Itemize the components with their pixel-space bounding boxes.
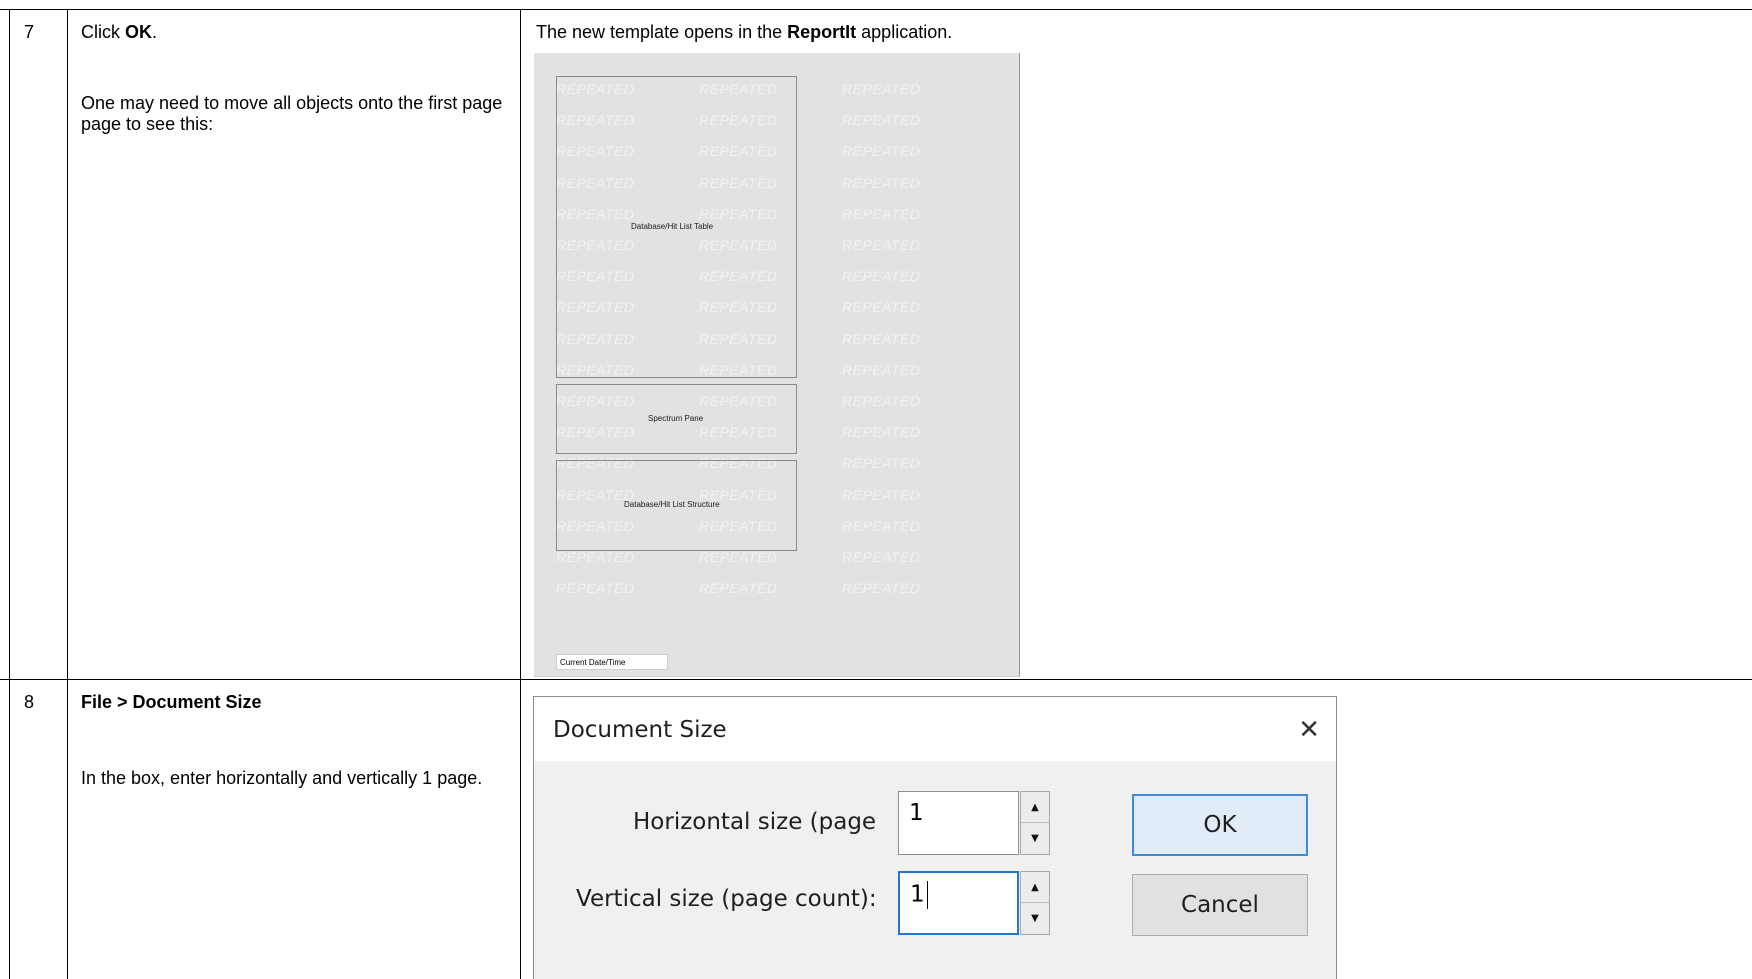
repeated-watermark: REPEATED	[842, 424, 921, 441]
vertical-size-spinner[interactable]: ▲ ▼	[1020, 871, 1050, 935]
step-note: One may need to move all objects onto th…	[81, 93, 503, 134]
dialog-title: Document Size	[553, 717, 727, 743]
cancel-button[interactable]: Cancel	[1132, 874, 1308, 936]
datetime-object: Current Date/Time	[556, 654, 668, 670]
repeated-watermark: REPEATED	[842, 549, 921, 565]
repeated-watermark: REPEATED	[842, 299, 921, 316]
repeated-watermark: REPEATED	[842, 330, 921, 347]
repeated-watermark: REPEATED	[842, 361, 921, 378]
repeated-watermark: REPEATED	[842, 393, 921, 409]
vertical-size-label: Vertical size (page count):	[576, 886, 877, 912]
vertical-size-input[interactable]: 1	[898, 871, 1019, 935]
table-row-step-7: 7 Click OK. One may need to move all obj…	[0, 9, 1752, 679]
repeated-watermark: REPEATED	[842, 517, 921, 534]
repeated-watermark: REPEATED	[842, 237, 921, 253]
step-action-keyword: OK	[125, 22, 152, 42]
spin-down-icon[interactable]: ▼	[1021, 823, 1049, 854]
step-note: In the box, enter horizontally and verti…	[81, 768, 483, 788]
repeated-watermark: REPEATED	[556, 549, 635, 565]
dialog-body: Horizontal size (page 1 ▲ ▼ Vertical siz…	[534, 761, 1336, 979]
step-action: File > Document Size	[81, 692, 262, 712]
table-object-label: Database/Hit List Table	[631, 222, 714, 231]
document-size-dialog: Document Size ✕ Horizontal size (page 1 …	[533, 696, 1337, 979]
close-icon[interactable]: ✕	[1298, 715, 1320, 745]
text-caret	[926, 881, 928, 909]
step-action-suffix: .	[152, 22, 158, 42]
repeated-watermark: REPEATED	[842, 580, 921, 597]
step-number: 7	[24, 22, 35, 42]
repeated-watermark: REPEATED	[842, 112, 921, 129]
repeated-watermark: REPEATED	[699, 580, 778, 597]
horizontal-size-spinner[interactable]: ▲ ▼	[1020, 791, 1050, 855]
repeated-watermark: REPEATED	[842, 174, 921, 191]
repeated-watermark: REPEATED	[842, 81, 921, 97]
repeated-watermark: REPEATED	[842, 455, 921, 472]
horizontal-size-label: Horizontal size (page	[633, 809, 877, 835]
step-result-prefix: The new template opens in the	[536, 22, 788, 42]
repeated-watermark: REPEATED	[699, 549, 778, 565]
spectrum-object-label: Spectrum Pane	[648, 414, 704, 423]
step-number: 8	[24, 692, 35, 712]
ok-button[interactable]: OK	[1132, 794, 1308, 856]
instruction-table: 7 Click OK. One may need to move all obj…	[0, 0, 1752, 979]
spin-up-icon[interactable]: ▲	[1021, 872, 1049, 903]
step-result: The new template opens in the ReportIt a…	[536, 22, 952, 43]
horizontal-size-input[interactable]: 1	[898, 791, 1019, 855]
repeated-watermark: REPEATED	[842, 268, 921, 285]
step-action-prefix: Click	[81, 22, 125, 42]
vertical-size-value: 1	[910, 881, 925, 908]
step-result-suffix: application.	[856, 22, 953, 42]
repeated-watermark: REPEATED	[556, 580, 635, 597]
spin-up-icon[interactable]: ▲	[1021, 792, 1049, 823]
repeated-watermark: REPEATED	[842, 205, 921, 222]
step-action: Click OK.	[81, 22, 511, 43]
step-result-app-name: ReportIt	[787, 22, 857, 42]
repeated-watermark: REPEATED	[842, 486, 921, 503]
repeated-watermark: REPEATED	[842, 143, 921, 160]
spin-down-icon[interactable]: ▼	[1021, 903, 1049, 934]
reportit-template-preview: REPEATED REPEATED REPEATED REPEATED REPEATED…	[534, 53, 1020, 677]
structure-object-label: Database/Hit List Structure	[624, 500, 720, 509]
